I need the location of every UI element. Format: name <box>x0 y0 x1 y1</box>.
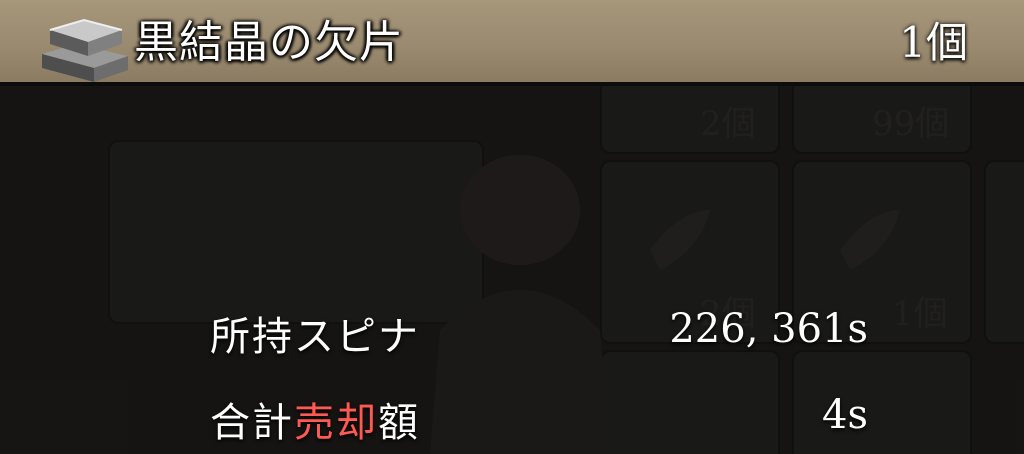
total-sale-label: 合計売却額 <box>210 390 420 448</box>
owned-spina-label: 所持スピナ <box>210 314 420 360</box>
owned-spina-value: 226, 361s <box>669 306 868 352</box>
total-sale-value: 4s <box>822 392 868 438</box>
item-count: 1個 <box>899 18 968 67</box>
item-header-bar: 黒結晶の欠片 1個 <box>0 0 1024 86</box>
total-sale-label-prefix: 合計 <box>210 400 294 446</box>
total-sale-label-highlight: 売却 <box>294 400 378 446</box>
total-sale-label-suffix: 額 <box>378 400 420 446</box>
item-name: 黒結晶の欠片 <box>134 17 404 68</box>
black-crystal-ingot-icon <box>42 18 128 82</box>
